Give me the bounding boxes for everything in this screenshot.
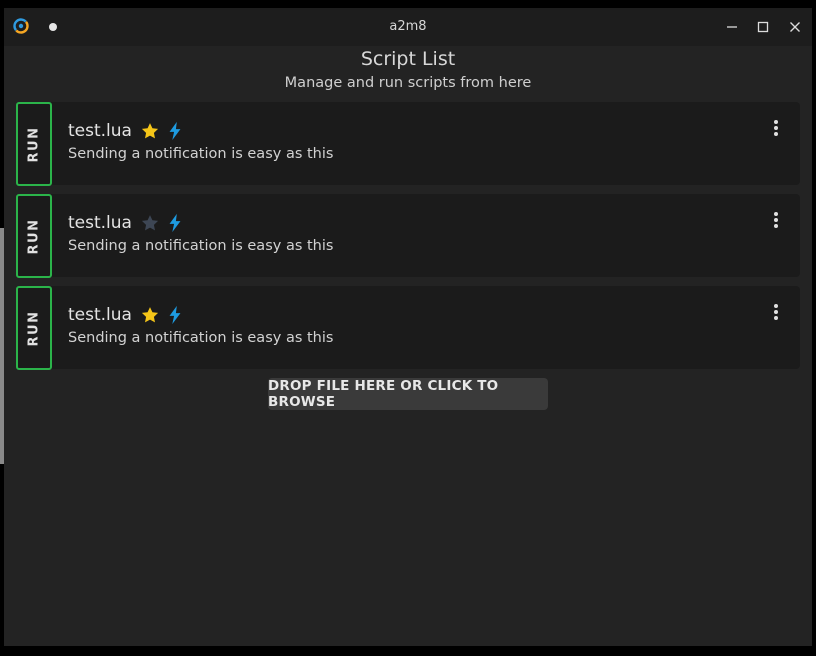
- run-button[interactable]: RUN: [16, 194, 52, 278]
- maximize-icon: [757, 21, 769, 33]
- script-list: RUN test.lua Sending a notification is e…: [16, 102, 800, 378]
- script-card-body: test.lua Sending a notification is easy …: [68, 210, 760, 254]
- script-name: test.lua: [68, 213, 132, 233]
- more-options-button[interactable]: [768, 210, 784, 230]
- drop-file-button[interactable]: DROP FILE HERE OR CLICK TO BROWSE: [268, 378, 548, 410]
- a2m8-logo-icon: [12, 17, 30, 35]
- script-card: RUN test.lua Sending a notification is e…: [16, 286, 800, 370]
- script-name: test.lua: [68, 121, 132, 141]
- app-window: a2m8 Script List Manage and run scripts …: [4, 8, 812, 646]
- script-title-row: test.lua: [68, 118, 760, 144]
- page-subtitle: Manage and run scripts from here: [284, 75, 532, 91]
- more-options-button[interactable]: [768, 118, 784, 138]
- page-title: Script List: [360, 48, 456, 70]
- more-vertical-icon: [774, 212, 778, 228]
- maximize-button[interactable]: [751, 15, 775, 39]
- run-button-label: RUN: [26, 310, 42, 346]
- script-card: RUN test.lua Sending a notification is e…: [16, 102, 800, 186]
- star-icon[interactable]: [140, 305, 160, 325]
- lightning-bolt-icon: [166, 121, 184, 141]
- script-description: Sending a notification is easy as this: [68, 146, 334, 162]
- more-vertical-icon: [774, 120, 778, 136]
- minimize-button[interactable]: [720, 15, 744, 39]
- window-title: a2m8: [389, 19, 427, 34]
- script-card-body: test.lua Sending a notification is easy …: [68, 118, 760, 162]
- script-card-body: test.lua Sending a notification is easy …: [68, 302, 760, 346]
- more-vertical-icon: [774, 304, 778, 320]
- lightning-bolt-icon: [166, 213, 184, 233]
- close-icon: [790, 22, 800, 32]
- script-description: Sending a notification is easy as this: [68, 330, 334, 346]
- lightning-bolt-icon: [166, 305, 184, 325]
- star-outline-icon[interactable]: [140, 213, 160, 233]
- script-description: Sending a notification is easy as this: [68, 238, 334, 254]
- run-button[interactable]: RUN: [16, 102, 52, 186]
- script-name: test.lua: [68, 305, 132, 325]
- run-button-label: RUN: [26, 218, 42, 254]
- script-card: RUN test.lua Sending a notification is e…: [16, 194, 800, 278]
- page-header: Script List Manage and run scripts from …: [4, 47, 812, 93]
- close-button[interactable]: [783, 15, 807, 39]
- star-icon[interactable]: [140, 121, 160, 141]
- minimize-icon: [727, 26, 737, 28]
- status-dot-icon: [49, 23, 57, 31]
- script-title-row: test.lua: [68, 210, 760, 236]
- more-options-button[interactable]: [768, 302, 784, 322]
- title-bar[interactable]: a2m8: [4, 8, 812, 46]
- script-title-row: test.lua: [68, 302, 760, 328]
- run-button[interactable]: RUN: [16, 286, 52, 370]
- run-button-label: RUN: [26, 126, 42, 162]
